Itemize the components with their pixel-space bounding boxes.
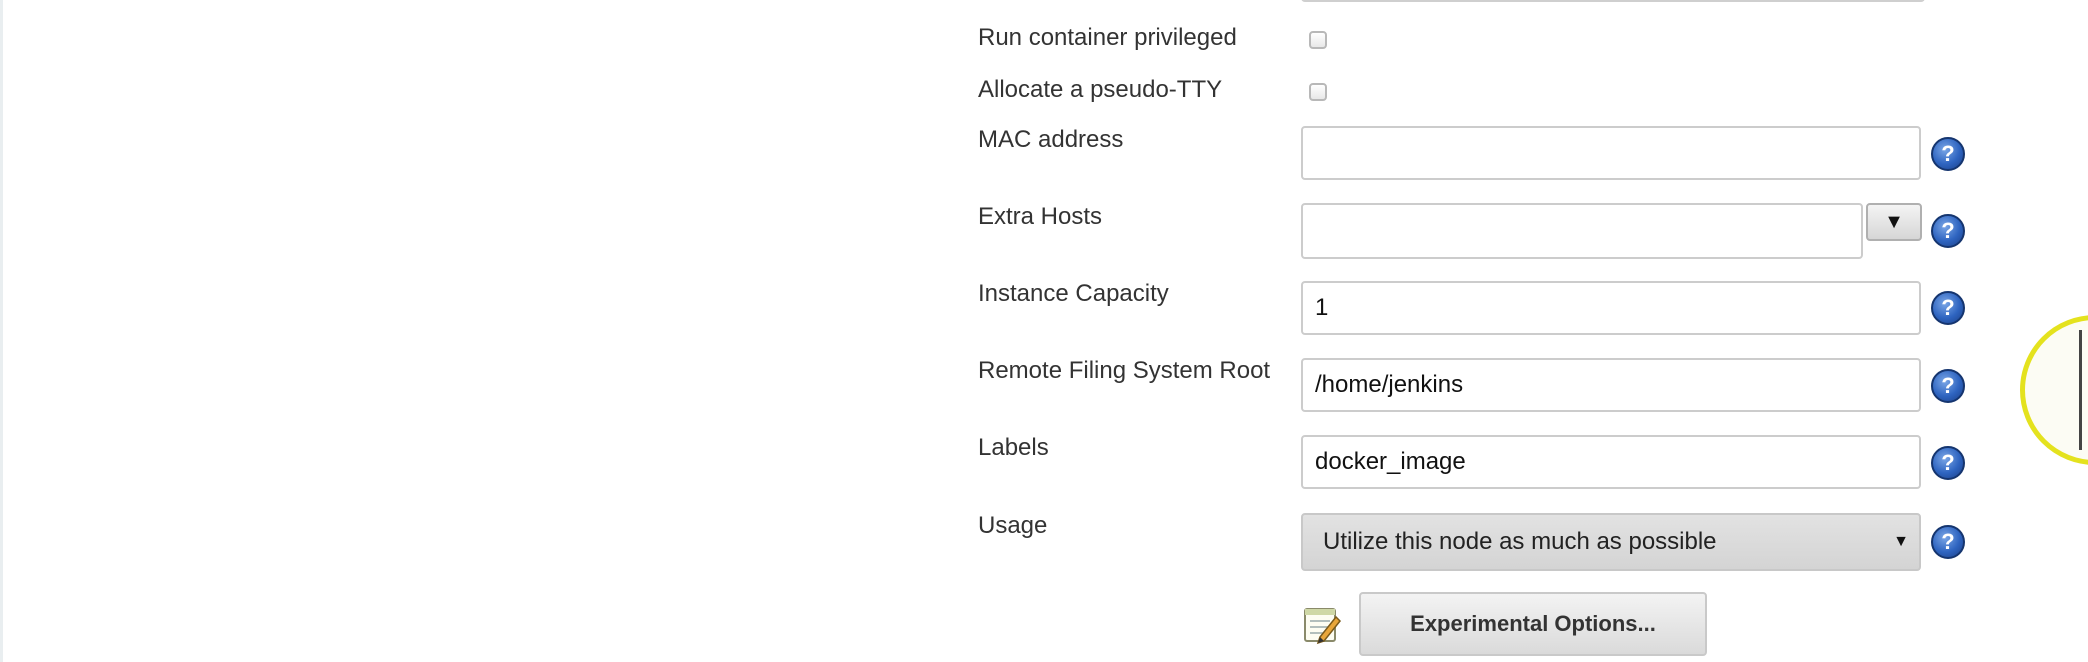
help-icon[interactable]: ? [1931, 214, 1965, 248]
help-icon[interactable]: ? [1931, 291, 1965, 325]
mouse-cursor [2079, 330, 2082, 450]
extra-hosts-input[interactable] [1301, 203, 1863, 259]
run-privileged-label: Run container privileged [978, 24, 1237, 51]
instance-capacity-input[interactable] [1301, 281, 1921, 335]
cursor-highlight [2020, 315, 2088, 465]
experimental-options-button[interactable]: Experimental Options... [1359, 592, 1707, 656]
pseudo-tty-label: Allocate a pseudo-TTY [978, 76, 1223, 103]
run-privileged-checkbox[interactable] [1309, 31, 1327, 49]
remote-fs-root-input[interactable] [1301, 358, 1921, 412]
page-left-edge [0, 0, 3, 662]
chevron-down-icon: ▼ [1893, 533, 1909, 550]
remote-fs-root-label: Remote Filing System Root [978, 357, 1271, 384]
mac-address-input[interactable] [1301, 126, 1921, 180]
labels-input[interactable] [1301, 435, 1921, 489]
pseudo-tty-checkbox[interactable] [1309, 83, 1327, 101]
usage-selected-value: Utilize this node as much as possible [1323, 528, 1717, 555]
usage-label: Usage [978, 512, 1048, 539]
extra-hosts-dropdown-button[interactable]: ▼ [1866, 203, 1922, 241]
instance-capacity-label: Instance Capacity [978, 280, 1169, 307]
help-icon[interactable]: ? [1931, 525, 1965, 559]
labels-label: Labels [978, 434, 1049, 461]
help-icon[interactable]: ? [1931, 446, 1965, 480]
usage-select[interactable]: Utilize this node as much as possible ▼ [1301, 513, 1921, 571]
mac-address-label: MAC address [978, 126, 1124, 153]
help-icon[interactable]: ? [1931, 369, 1965, 403]
help-icon[interactable]: ? [1931, 137, 1965, 171]
previous-field-bottom [1301, 0, 1925, 2]
notepad-pencil-icon [1304, 608, 1342, 645]
extra-hosts-label: Extra Hosts [978, 203, 1103, 230]
